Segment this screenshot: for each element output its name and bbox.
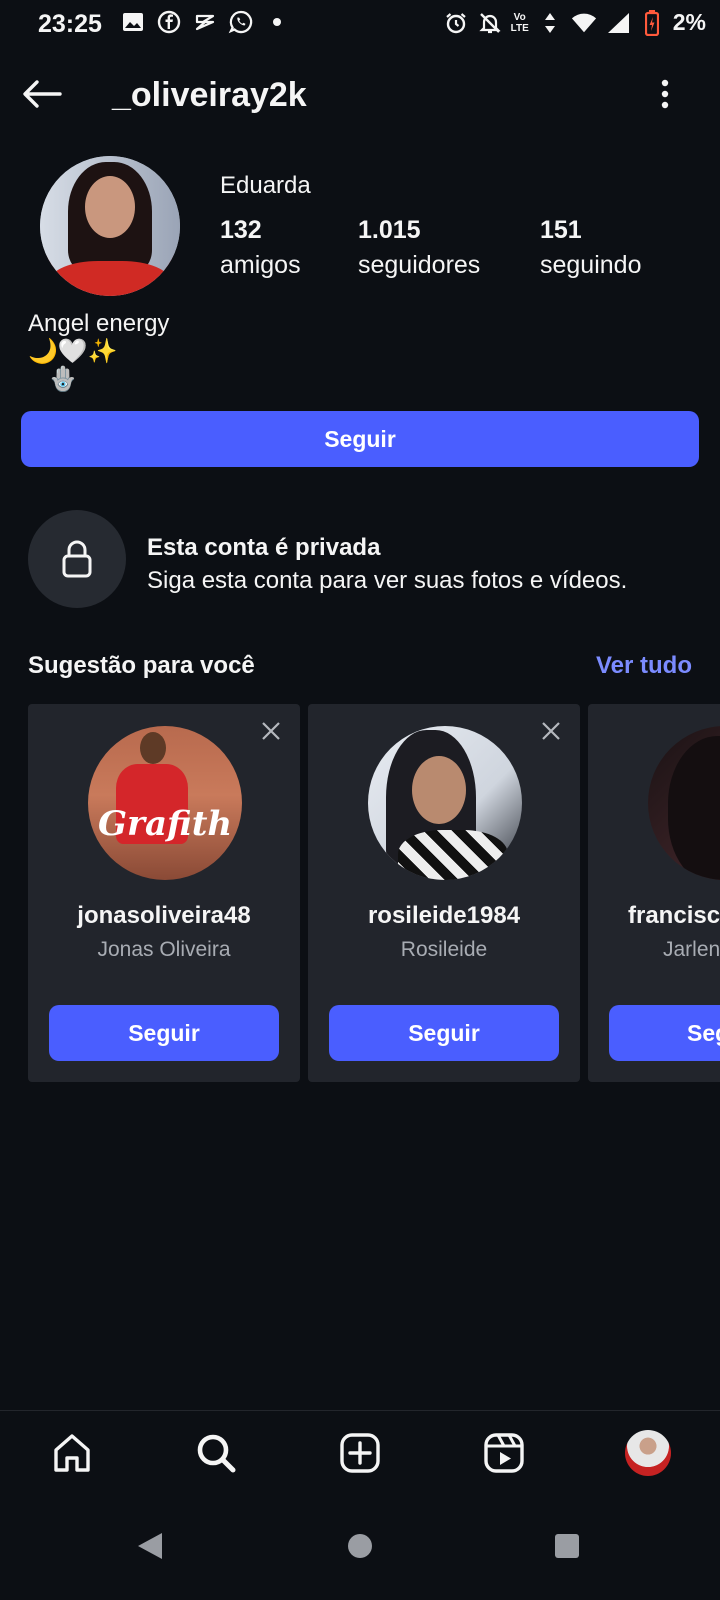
status-bar: 23:25 Vo LTE 2%: [0, 0, 720, 48]
tinder-icon: [192, 9, 218, 35]
whatsapp-icon: [228, 9, 254, 35]
nav-search[interactable]: [190, 1427, 242, 1479]
avatar-hair: [668, 736, 720, 880]
bio-line-1: Angel energy: [28, 310, 170, 337]
stat-following[interactable]: 151 seguindo: [540, 216, 641, 280]
volte-top-label: Vo: [513, 11, 526, 23]
close-icon: [542, 722, 560, 740]
stat-following-label: seguindo: [540, 251, 642, 279]
private-title: Esta conta é privada: [147, 534, 381, 561]
circle-home-icon: [348, 1534, 372, 1558]
suggestion-follow-button[interactable]: Seg: [609, 1005, 720, 1061]
suggestion-card[interactable]: rosileide1984 Rosileide Seguir: [308, 704, 580, 1082]
profile-avatar-small: [625, 1430, 671, 1476]
square-recents-icon: [555, 1534, 579, 1558]
wifi-icon: [571, 10, 597, 36]
status-left-icons: [120, 9, 290, 35]
profile-username: _oliveiray2k: [112, 76, 307, 114]
dot-icon: [264, 9, 290, 35]
system-back-button[interactable]: [128, 1524, 172, 1568]
nav-create[interactable]: [334, 1427, 386, 1479]
stat-friends-label: amigos: [220, 251, 301, 279]
avatar-head: [140, 732, 166, 764]
stat-followers-value: 1.015: [358, 216, 421, 244]
stat-followers-label: seguidores: [358, 251, 481, 279]
system-home-button[interactable]: [338, 1524, 382, 1568]
lock-badge: [28, 510, 126, 608]
suggestion-username[interactable]: rosileide1984: [308, 902, 580, 930]
nav-home[interactable]: [46, 1427, 98, 1479]
volte-icon: Vo LTE: [511, 12, 529, 34]
stat-followers[interactable]: 1.015 seguidores: [358, 216, 480, 280]
home-icon: [54, 1434, 90, 1472]
suggestion-username[interactable]: jonasoliveira48: [28, 902, 300, 930]
stat-friends-value: 132: [220, 216, 262, 244]
suggestion-name: Jarlen: [663, 938, 720, 961]
suggestion-username[interactable]: francisc: [628, 902, 720, 930]
gallery-icon: [120, 9, 146, 35]
suggestion-name: Jonas Oliveira: [97, 938, 231, 961]
close-icon: [262, 722, 280, 740]
suggestion-avatar[interactable]: Grafith: [88, 726, 242, 880]
display-name: Eduarda: [220, 172, 311, 199]
private-subtitle: Siga esta conta para ver suas fotos e ví…: [147, 567, 628, 594]
stat-friends[interactable]: 132 amigos: [220, 216, 301, 280]
see-all-link[interactable]: Ver tudo: [596, 652, 692, 680]
screen: 23:25 Vo LTE 2% _oliveiray2k Eduarda 132…: [0, 0, 720, 1600]
dismiss-suggestion-button[interactable]: [538, 718, 564, 744]
more-vertical-icon: [661, 79, 669, 109]
profile-bio: Angel energy 🌙🤍✨ 🪬: [28, 310, 169, 394]
status-time: 23:25: [38, 10, 102, 38]
follow-button[interactable]: Seguir: [21, 411, 699, 467]
suggestion-follow-button[interactable]: Seguir: [49, 1005, 279, 1061]
back-button[interactable]: [18, 72, 66, 116]
avatar-logo-text: Grafith: [98, 804, 233, 844]
notifications-off-icon: [477, 10, 503, 36]
battery-icon: [639, 9, 665, 36]
suggestion-card[interactable]: francisc Jarlen Seg: [588, 704, 720, 1082]
bottom-nav: [0, 1410, 720, 1494]
avatar-top: [398, 830, 508, 880]
suggestion-follow-button[interactable]: Seguir: [329, 1005, 559, 1061]
suggestion-name: Rosileide: [400, 938, 488, 961]
avatar-shirt: [50, 261, 170, 296]
nav-reels[interactable]: [478, 1427, 530, 1479]
reels-icon: [484, 1433, 524, 1473]
suggestions-title: Sugestão para você: [28, 652, 255, 679]
bio-line-2: 🌙🤍✨: [28, 338, 118, 365]
triangle-back-icon: [138, 1533, 162, 1559]
search-icon: [197, 1434, 236, 1473]
system-navigation: [0, 1494, 720, 1600]
suggestion-card[interactable]: Grafith jonasoliveira48 Jonas Oliveira S…: [28, 704, 300, 1082]
signal-icon: [605, 10, 631, 36]
status-right-icons: Vo LTE 2%: [443, 9, 706, 36]
create-icon: [340, 1433, 380, 1473]
suggestion-avatar[interactable]: [648, 726, 720, 880]
battery-percent: 2%: [672, 9, 706, 35]
profile-avatar[interactable]: [40, 156, 180, 296]
lock-icon: [62, 540, 92, 578]
more-options-button[interactable]: [650, 74, 680, 114]
dismiss-suggestion-button[interactable]: [258, 718, 284, 744]
avatar-face: [85, 176, 135, 238]
alarm-icon: [443, 10, 469, 36]
back-arrow-icon: [23, 80, 62, 108]
avatar-face: [412, 756, 466, 824]
bio-line-3: 🪬: [48, 366, 78, 393]
suggestion-avatar[interactable]: [368, 726, 522, 880]
volte-bottom-label: LTE: [510, 22, 529, 34]
nav-profile[interactable]: [622, 1427, 674, 1479]
data-arrows-icon: [537, 10, 563, 36]
profile-header: _oliveiray2k: [0, 60, 720, 130]
stat-following-value: 151: [540, 216, 582, 244]
facebook-icon: [156, 9, 182, 35]
system-recents-button[interactable]: [545, 1524, 589, 1568]
